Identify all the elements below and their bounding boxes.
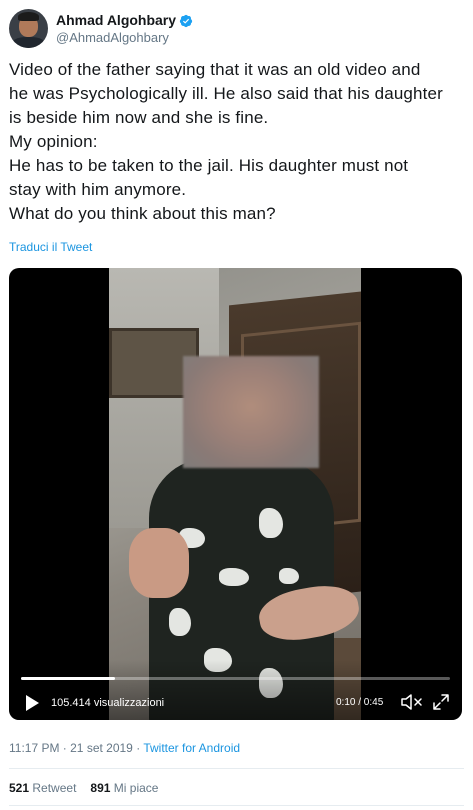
likes-label: Mi piace: [113, 781, 159, 795]
blurred-face: [183, 356, 319, 468]
tweet-line: is beside him now and she is fine.: [9, 108, 269, 127]
retweets-count: 521: [9, 781, 30, 795]
video-time: 0:10 / 0:45: [336, 697, 384, 708]
tweet-line: stay with him anymore.: [9, 180, 187, 199]
author-display-name-row[interactable]: Ahmad Algohbary: [56, 12, 193, 29]
tweet-line: He has to be taken to the jail. His daug…: [9, 156, 409, 175]
tweet-source-link[interactable]: Twitter for Android: [143, 741, 240, 755]
verified-badge-icon: [179, 14, 193, 27]
author-handle[interactable]: @AhmadAlgohbary: [56, 30, 193, 46]
tweet-header: Ahmad Algohbary @AhmadAlgohbary: [9, 8, 464, 50]
divider: [9, 805, 464, 806]
divider: [9, 768, 464, 769]
tweet-line: he was Psychologically ill. He also said…: [9, 84, 443, 103]
tweet-line: What do you think about this man?: [9, 204, 276, 223]
view-count: 105.414 visualizzazioni: [51, 697, 165, 709]
meta-separator: ·: [136, 741, 141, 755]
volume-muted-icon[interactable]: [401, 693, 423, 711]
video-player[interactable]: 105.414 visualizzazioni 0:10 / 0:45: [9, 268, 462, 720]
tweet-stats: 521 Retweet 891 Mi piace: [9, 781, 158, 796]
play-icon[interactable]: [23, 694, 41, 712]
translate-tweet-link[interactable]: Traduci il Tweet: [9, 240, 92, 255]
video-progress-fill: [21, 677, 116, 680]
author-display-name[interactable]: Ahmad Algohbary: [56, 12, 176, 29]
tweet-text: Video of the father saying that it was a…: [9, 58, 465, 226]
author-names: Ahmad Algohbary @AhmadAlgohbary: [56, 12, 193, 46]
retweets-label: Retweet: [32, 781, 77, 795]
tweet-line: Video of the father saying that it was a…: [9, 60, 421, 79]
video-frame: [109, 268, 361, 720]
tweet-line: My opinion:: [9, 132, 98, 151]
retweets-stat[interactable]: 521 Retweet: [9, 781, 76, 795]
video-progress-bar[interactable]: [21, 677, 450, 680]
video-controls-overlay: [9, 660, 462, 720]
tweet-meta: 11:17 PM · 21 set 2019 · Twitter for And…: [9, 741, 240, 756]
tweet-timestamp[interactable]: 11:17 PM · 21 set 2019: [9, 741, 133, 755]
avatar[interactable]: [9, 9, 48, 48]
fullscreen-icon[interactable]: [432, 693, 450, 711]
likes-stat[interactable]: 891 Mi piace: [90, 781, 158, 795]
likes-count: 891: [90, 781, 111, 795]
